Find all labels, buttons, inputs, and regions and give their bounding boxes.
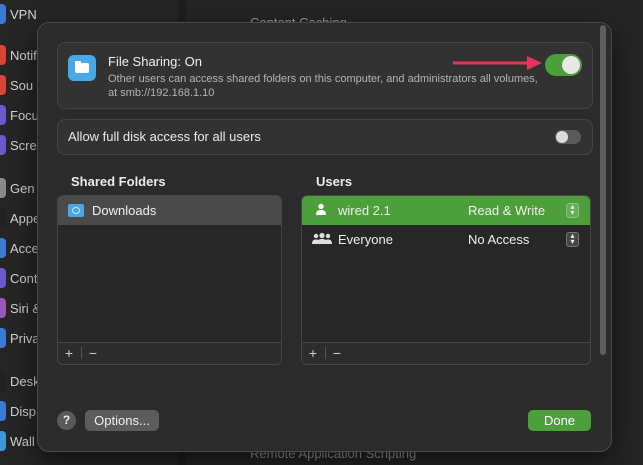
permission-stepper-icon[interactable]: ▴ ▾ xyxy=(566,232,579,247)
users-list: wired 2.1 Read & Write ▴ ▾ Everyone No Ac… xyxy=(301,195,591,365)
user-permission-select[interactable]: No Access xyxy=(468,232,529,247)
options-button[interactable]: Options... xyxy=(85,410,159,431)
full-disk-access-label: Allow full disk access for all users xyxy=(68,129,261,144)
full-disk-access-card: Allow full disk access for all users xyxy=(57,119,593,155)
user-row[interactable]: wired 2.1 Read & Write ▴ ▾ xyxy=(302,196,590,225)
group-icon xyxy=(312,232,332,247)
toggle-knob xyxy=(556,131,568,143)
add-folder-button[interactable]: + xyxy=(60,345,78,361)
red-arrow-annotation-icon xyxy=(453,56,542,70)
shared-folder-icon xyxy=(68,55,96,81)
shared-folders-footer: + − xyxy=(58,342,281,364)
scrollbar-thumb[interactable] xyxy=(600,25,606,355)
downloads-folder-icon xyxy=(68,204,84,217)
user-permission-select[interactable]: Read & Write xyxy=(468,203,545,218)
toggle-knob xyxy=(562,56,580,74)
users-footer: + − xyxy=(302,342,590,364)
permission-stepper-icon[interactable]: ▴ ▾ xyxy=(566,203,579,218)
file-sharing-sheet: File Sharing: On Other users can access … xyxy=(37,22,612,452)
sheet-scrollbar[interactable] xyxy=(598,23,608,395)
file-sharing-toggle[interactable] xyxy=(545,54,582,76)
person-icon xyxy=(312,203,330,218)
user-name: wired 2.1 xyxy=(338,203,391,218)
shared-folders-header: Shared Folders xyxy=(71,174,166,189)
shared-folder-name: Downloads xyxy=(92,203,157,218)
user-name: Everyone xyxy=(338,232,393,247)
button-divider xyxy=(325,347,326,359)
users-header: Users xyxy=(316,174,353,189)
done-button[interactable]: Done xyxy=(528,410,591,431)
file-sharing-title: File Sharing: On xyxy=(108,54,202,69)
full-disk-access-toggle[interactable] xyxy=(555,130,581,144)
shared-folder-row[interactable]: Downloads xyxy=(58,196,281,225)
shared-folders-list: Downloads + − xyxy=(57,195,282,365)
add-user-button[interactable]: + xyxy=(304,345,322,361)
remove-user-button[interactable]: − xyxy=(328,345,346,361)
help-button[interactable]: ? xyxy=(57,411,76,430)
user-row[interactable]: Everyone No Access ▴ ▾ xyxy=(302,225,590,254)
file-sharing-description: Other users can access shared folders on… xyxy=(108,73,538,99)
file-sharing-card: File Sharing: On Other users can access … xyxy=(57,42,593,109)
button-divider xyxy=(81,347,82,359)
remove-folder-button[interactable]: − xyxy=(84,345,102,361)
